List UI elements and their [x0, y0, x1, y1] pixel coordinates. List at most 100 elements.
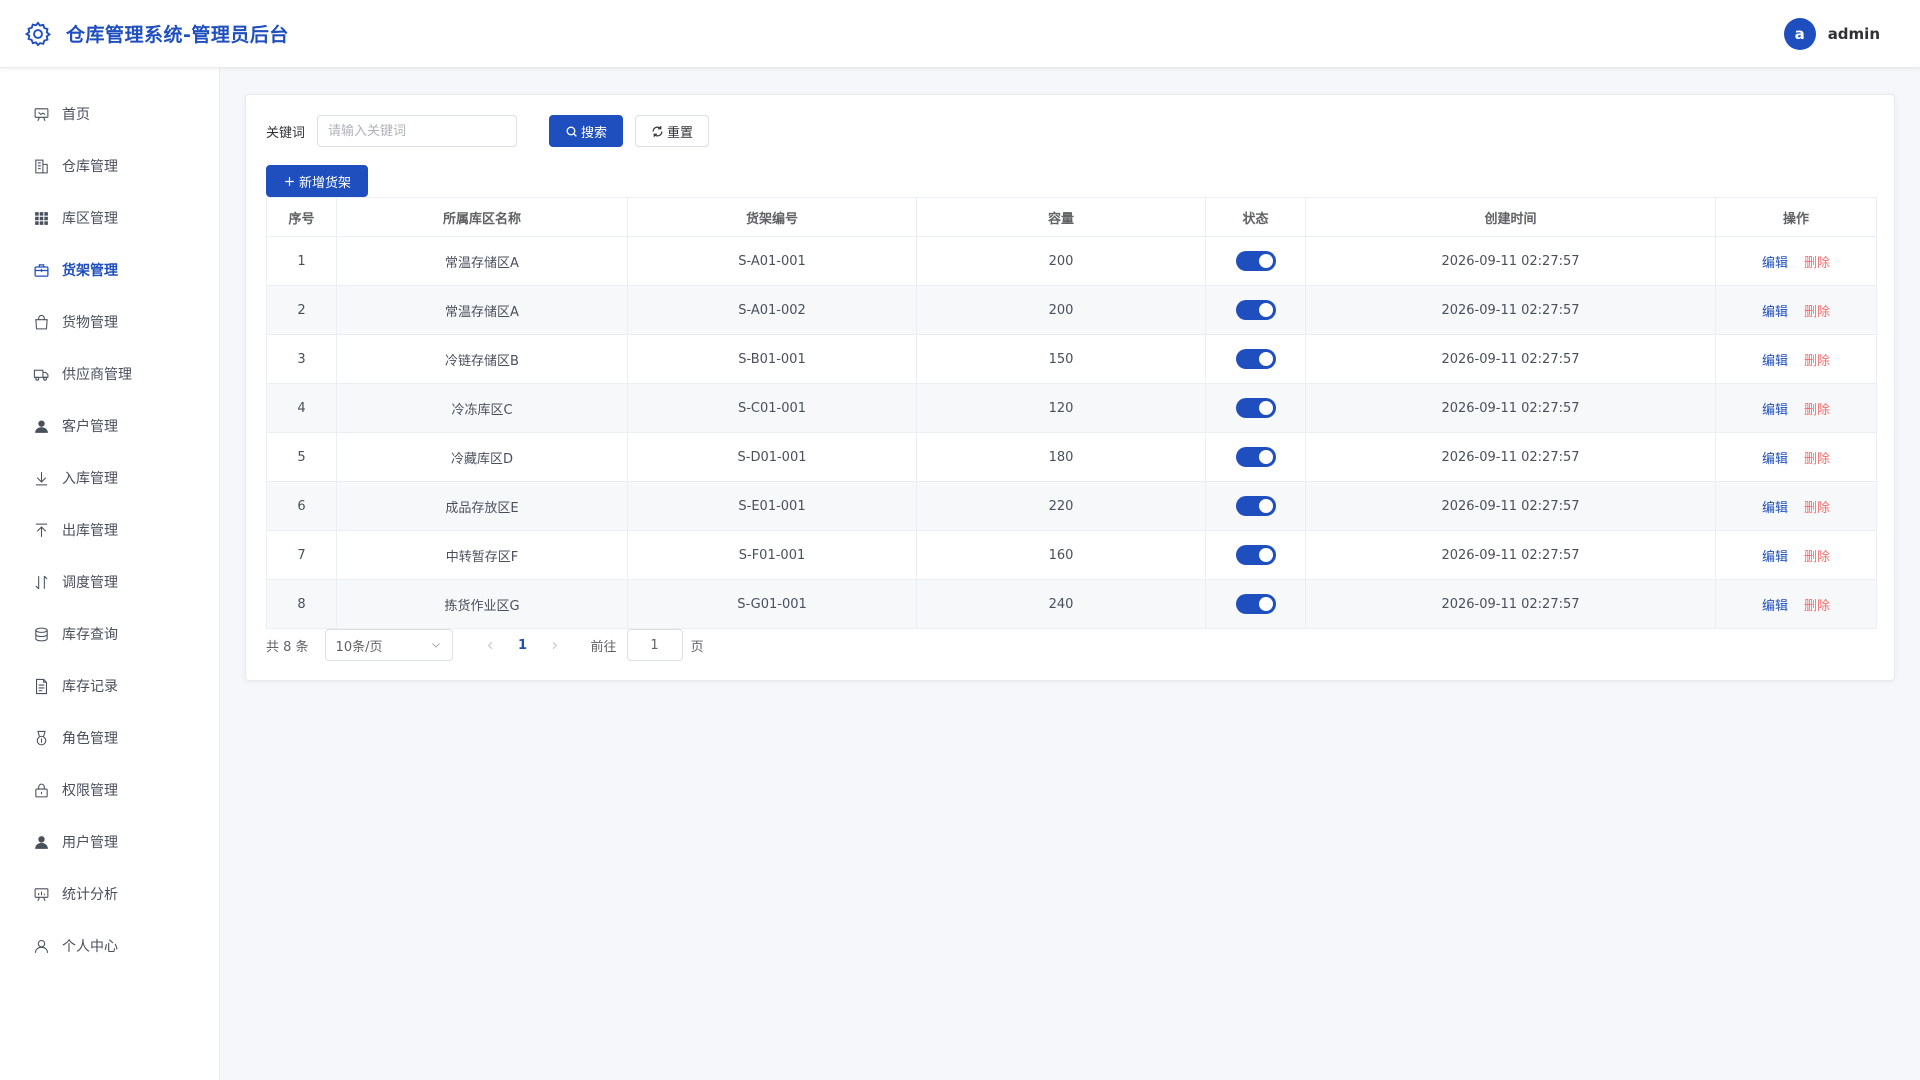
edit-link[interactable]: 编辑: [1762, 305, 1788, 320]
cell-created: 2026-09-11 02:27:57: [1305, 236, 1716, 286]
search-button[interactable]: 搜索: [549, 115, 624, 147]
sidebar-item-label: 用户管理: [62, 835, 118, 851]
cell-actions: 编辑 删除: [1715, 579, 1877, 629]
sidebar-item-supplier[interactable]: 供应商管理: [0, 348, 219, 400]
delete-link[interactable]: 删除: [1804, 599, 1830, 614]
delete-link[interactable]: 删除: [1804, 256, 1830, 271]
page-unit-label: 页: [690, 639, 704, 655]
sidebar-item-stock-query[interactable]: 库存查询: [0, 608, 219, 660]
cell-actions: 编辑 删除: [1715, 481, 1877, 531]
sidebar-item-zone[interactable]: 库区管理: [0, 192, 219, 244]
column-header-created: 创建时间: [1305, 197, 1716, 237]
upload-icon: [35, 523, 48, 537]
toggle-knob: [1258, 303, 1273, 317]
plus-icon: [285, 176, 294, 186]
table-row: 1 常温存储区A S-A01-001 200 2026-09-11 02:27:…: [266, 236, 1877, 286]
user-menu[interactable]: a admin: [1783, 17, 1880, 50]
column-header-capacity: 容量: [916, 197, 1206, 237]
sidebar-item-stock-record[interactable]: 库存记录: [0, 660, 219, 712]
username[interactable]: admin: [1828, 25, 1880, 43]
sidebar-item-warehouse[interactable]: 仓库管理: [0, 140, 219, 192]
delete-link[interactable]: 删除: [1804, 403, 1830, 418]
sidebar-item-home[interactable]: 首页: [0, 88, 219, 140]
cell-area: 冷链存储区B: [336, 334, 628, 384]
cell-created: 2026-09-11 02:27:57: [1305, 383, 1716, 433]
keyword-input[interactable]: [317, 115, 518, 147]
presentation-board-icon: [34, 107, 49, 121]
sidebar-item-permission[interactable]: 权限管理: [0, 764, 219, 816]
edit-link[interactable]: 编辑: [1762, 354, 1788, 369]
sidebar-item-statistics[interactable]: 统计分析: [0, 868, 219, 920]
prev-page-button[interactable]: [477, 631, 505, 659]
cell-index: 6: [266, 481, 337, 531]
delete-link[interactable]: 删除: [1804, 354, 1830, 369]
sidebar-item-inbound[interactable]: 入库管理: [0, 452, 219, 504]
cell-created: 2026-09-11 02:27:57: [1305, 432, 1716, 482]
cell-status: [1205, 579, 1306, 629]
sidebar-item-label: 调度管理: [62, 575, 118, 591]
page-size-select[interactable]: 10条/页: [324, 629, 453, 661]
cell-code: S-F01-001: [627, 530, 917, 580]
suitcase-icon: [34, 263, 49, 277]
sidebar-item-user[interactable]: 用户管理: [0, 816, 219, 868]
shopping-bag-icon: [35, 314, 48, 329]
cell-actions: 编辑 删除: [1715, 334, 1877, 384]
edit-link[interactable]: 编辑: [1762, 452, 1788, 467]
reset-button[interactable]: 重置: [635, 115, 710, 147]
table-row: 5 冷藏库区D S-D01-001 180 2026-09-11 02:27:5…: [266, 432, 1877, 482]
edit-link[interactable]: 编辑: [1762, 501, 1788, 516]
avatar[interactable]: a: [1783, 17, 1816, 50]
cell-code: S-A01-002: [627, 285, 917, 335]
status-toggle[interactable]: [1235, 398, 1276, 418]
chevron-down-icon: [431, 643, 440, 648]
document-icon: [36, 678, 47, 694]
status-toggle[interactable]: [1235, 447, 1276, 467]
cell-index: 4: [266, 383, 337, 433]
status-toggle[interactable]: [1235, 349, 1276, 369]
sidebar-item-dispatch[interactable]: 调度管理: [0, 556, 219, 608]
delete-link[interactable]: 删除: [1804, 550, 1830, 565]
chevron-left-icon: [487, 641, 493, 649]
edit-link[interactable]: 编辑: [1762, 256, 1788, 271]
user-outline-icon: [34, 939, 49, 953]
goto-page-input[interactable]: [626, 629, 683, 661]
edit-link[interactable]: 编辑: [1762, 403, 1788, 418]
delete-link[interactable]: 删除: [1804, 452, 1830, 467]
cell-capacity: 180: [916, 432, 1206, 482]
delete-link[interactable]: 删除: [1804, 501, 1830, 516]
delete-link[interactable]: 删除: [1804, 305, 1830, 320]
cell-area: 中转暂存区F: [336, 530, 628, 580]
edit-link[interactable]: 编辑: [1762, 599, 1788, 614]
status-toggle[interactable]: [1235, 594, 1276, 614]
status-toggle[interactable]: [1235, 545, 1276, 565]
cell-area: 冷藏库区D: [336, 432, 628, 482]
cell-code: S-C01-001: [627, 383, 917, 433]
brand: 仓库管理系统-管理员后台: [24, 20, 289, 48]
sidebar-item-role[interactable]: 角色管理: [0, 712, 219, 764]
sidebar-item-customer[interactable]: 客户管理: [0, 400, 219, 452]
edit-link[interactable]: 编辑: [1762, 550, 1788, 565]
search-icon: [566, 126, 577, 137]
coin-stack-icon: [35, 627, 48, 641]
add-shelf-button[interactable]: 新增货架: [266, 165, 368, 197]
page-number[interactable]: 1: [505, 631, 541, 659]
next-page-button[interactable]: [541, 631, 569, 659]
cell-status: [1205, 236, 1306, 286]
user-filled-icon: [35, 419, 48, 433]
grid-icon: [35, 211, 48, 225]
sidebar-item-goods[interactable]: 货物管理: [0, 296, 219, 348]
sidebar-item-label: 出库管理: [62, 523, 118, 539]
sidebar-item-shelf[interactable]: 货架管理: [0, 244, 219, 296]
sidebar-item-profile[interactable]: 个人中心: [0, 920, 219, 972]
cell-code: S-A01-001: [627, 236, 917, 286]
sidebar-item-outbound[interactable]: 出库管理: [0, 504, 219, 556]
cell-created: 2026-09-11 02:27:57: [1305, 285, 1716, 335]
status-toggle[interactable]: [1235, 496, 1276, 516]
cell-status: [1205, 481, 1306, 531]
cell-index: 5: [266, 432, 337, 482]
main-content: 关键词 搜索 重置 新增货架 序号 所属库区名称 货架: [220, 68, 1920, 1080]
status-toggle[interactable]: [1235, 300, 1276, 320]
status-toggle[interactable]: [1235, 251, 1276, 271]
cell-created: 2026-09-11 02:27:57: [1305, 334, 1716, 384]
cell-created: 2026-09-11 02:27:57: [1305, 579, 1716, 629]
